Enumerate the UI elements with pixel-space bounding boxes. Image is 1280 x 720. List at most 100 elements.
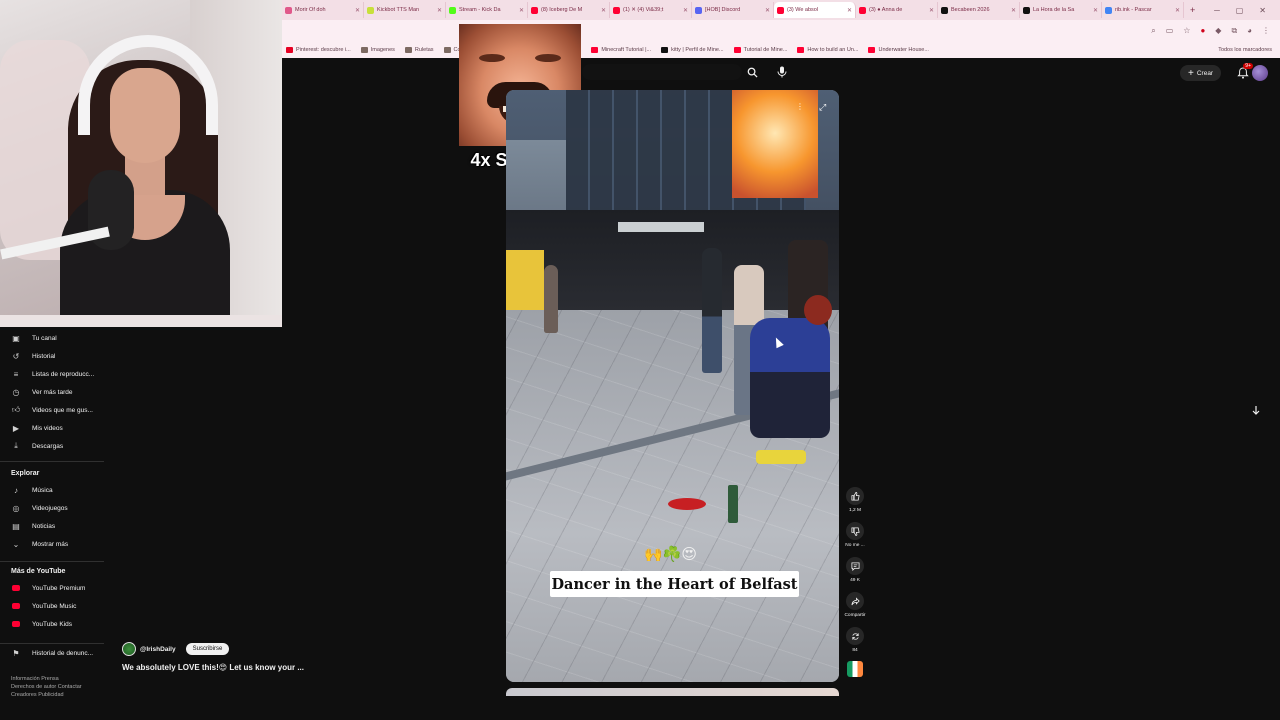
tab-close-icon[interactable]: ✕ xyxy=(1175,7,1180,14)
browser-tab[interactable]: Becabeen 2026 ✕ xyxy=(938,2,1020,18)
notifications-bell[interactable]: 9+ xyxy=(1237,63,1253,80)
bookmark-item[interactable]: How to build an Un... xyxy=(797,47,858,53)
search-input[interactable] xyxy=(582,64,742,80)
comments-action[interactable]: 49 K xyxy=(845,557,865,583)
sidebar-item[interactable]: ♪ Música xyxy=(0,482,104,498)
tab-close-icon[interactable]: ✕ xyxy=(929,7,934,14)
extension-icon[interactable]: ◆ xyxy=(1215,26,1221,36)
sidebar-item[interactable]: ▤ Noticias xyxy=(0,518,104,534)
more-youtube-heading: Más de YouTube xyxy=(11,568,66,575)
browser-tab[interactable]: rib.ink - Pascar ✕ xyxy=(1102,2,1184,18)
newspaper-icon: ▤ xyxy=(12,521,20,531)
bookmark-item[interactable]: Tutorial de Mine... xyxy=(733,47,787,53)
zoom-icon[interactable]: ⌕ xyxy=(1151,26,1155,36)
tab-close-icon[interactable]: ✕ xyxy=(355,7,360,14)
video-description[interactable]: We absolutely LOVE this!😍 Let us know yo… xyxy=(122,663,304,672)
opera-icon[interactable]: ● xyxy=(1200,26,1205,36)
browser-tab[interactable]: Morir Of doh ✕ xyxy=(282,2,364,18)
microphone-icon[interactable] xyxy=(774,64,790,80)
channel-name[interactable]: @IrishDaily xyxy=(140,646,176,653)
sidebar-item[interactable]: ▶ Mis videos xyxy=(0,420,104,436)
thumb-up-icon[interactable] xyxy=(846,487,864,505)
sidebar-item[interactable]: ◎ Videojuegos xyxy=(0,500,104,516)
dislike-action[interactable]: No me ... xyxy=(845,522,865,548)
sidebar-item-label: Tu canal xyxy=(32,334,57,342)
channel-avatar[interactable] xyxy=(122,642,136,656)
subscribe-button[interactable]: Suscribirse xyxy=(185,643,230,655)
all-bookmarks[interactable]: Todos los marcadores xyxy=(1218,47,1280,53)
remix-action[interactable]: 84 xyxy=(845,627,865,653)
tab-close-icon[interactable]: ✕ xyxy=(765,7,770,14)
footer-links[interactable]: Derechos de autor Contactar xyxy=(11,683,82,691)
footer-links[interactable]: Creadores Publicidad xyxy=(11,691,82,699)
comment-icon[interactable] xyxy=(846,557,864,575)
next-short-preview[interactable] xyxy=(506,688,839,696)
bookmark-label: Ruletas xyxy=(414,47,434,53)
expand-icon[interactable]: ⤢ xyxy=(819,102,826,113)
search-icon[interactable] xyxy=(744,64,760,80)
browser-tab[interactable]: (3) ● Anna de ✕ xyxy=(856,2,938,18)
sidebar-item-label: Noticias xyxy=(32,522,56,530)
menu-dots-icon[interactable]: ⋮ xyxy=(1262,26,1270,36)
tab-favicon-icon xyxy=(613,6,620,14)
history-icon: ↺ xyxy=(12,351,20,361)
tab-close-icon[interactable]: ✕ xyxy=(601,7,606,14)
bookmark-item[interactable]: Underwater House... xyxy=(868,47,929,53)
footer-links[interactable]: Información Prensa xyxy=(11,675,82,683)
cast-icon[interactable]: ▭ xyxy=(1166,26,1174,36)
remix-icon[interactable] xyxy=(846,627,864,645)
bookmark-item[interactable]: Ruletas xyxy=(404,47,434,53)
share-icon[interactable] xyxy=(846,592,864,610)
tab-close-icon[interactable]: ✕ xyxy=(519,7,524,14)
sidebar-item[interactable]: ⤓ Descargas xyxy=(0,438,104,454)
close-window-icon[interactable]: ✕ xyxy=(1259,6,1266,15)
bookmark-item[interactable]: Imagenes xyxy=(360,47,395,53)
download-icon: ⤓ xyxy=(14,441,18,450)
tab-close-icon[interactable]: ✕ xyxy=(1011,7,1016,14)
bookmark-item[interactable]: Minecraft Tutorial |... xyxy=(591,47,651,53)
sidebar-divider xyxy=(0,461,104,462)
sidebar-item[interactable]: ▣ Tu canal xyxy=(0,330,104,346)
like-action[interactable]: 1,2 M xyxy=(845,487,865,513)
browser-tab[interactable]: Kickbot TTS Man ✕ xyxy=(364,2,446,18)
copy-icon[interactable]: ⧉ xyxy=(1231,26,1237,36)
sidebar-item[interactable]: ⌄ Mostrar más xyxy=(0,536,104,552)
next-video-arrow-icon[interactable] xyxy=(1248,402,1264,418)
sidebar-item[interactable]: 👍︎ Videos que me gus... xyxy=(0,402,104,418)
youtube-icon xyxy=(11,619,21,629)
share-action[interactable]: Compartir xyxy=(844,592,866,618)
sidebar-item[interactable]: ⚑ Historial de denunc... xyxy=(0,645,104,661)
tab-close-icon[interactable]: ✕ xyxy=(437,7,442,14)
more-options-icon[interactable]: ⋮ xyxy=(796,102,804,111)
new-tab-button[interactable]: + xyxy=(1184,5,1201,15)
browser-tab[interactable]: (8) Iceberg De M ✕ xyxy=(528,2,610,18)
browser-tab[interactable]: (3) We absol ✕ xyxy=(774,2,856,18)
bookmark-label: Underwater House... xyxy=(878,47,929,53)
tab-close-icon[interactable]: ✕ xyxy=(847,7,852,14)
sidebar-item[interactable]: ↺ Historial xyxy=(0,348,104,364)
minimize-icon[interactable]: ─ xyxy=(1214,6,1220,15)
bookmark-item[interactable]: kitty | Perfil de Mine... xyxy=(661,47,724,53)
sidebar-item[interactable]: YouTube Premium xyxy=(0,580,104,596)
tab-close-icon[interactable]: ✕ xyxy=(683,7,688,14)
sidebar-item[interactable]: YouTube Music xyxy=(0,598,104,614)
sidebar-item[interactable]: ◷ Ver más tarde xyxy=(0,384,104,400)
maximize-icon[interactable]: ▢ xyxy=(1236,6,1244,15)
bookmark-star-icon[interactable]: ☆ xyxy=(1183,26,1190,36)
bookmark-item[interactable]: Pinterest: descubre i... xyxy=(286,47,351,53)
profile-icon[interactable]: ◕ xyxy=(1247,26,1252,36)
sidebar-item[interactable]: ≡ Listas de reproducc... xyxy=(0,366,104,382)
browser-tab[interactable]: (1) ✕ (4) Vi&39;t ✕ xyxy=(610,2,692,18)
browser-tab[interactable]: [HOB] Discord ✕ xyxy=(692,2,774,18)
short-video-player[interactable]: 🙌☘️😍 Dancer in the Heart of Belfast ⋮ ⤢ xyxy=(506,90,839,682)
browser-tab[interactable]: Stream - Kick Da ✕ xyxy=(446,2,528,18)
sidebar-item[interactable]: YouTube Kids xyxy=(0,616,104,632)
browser-tab[interactable]: La Hora de la Sa ✕ xyxy=(1020,2,1102,18)
bookmark-label: Pinterest: descubre i... xyxy=(296,47,351,53)
audio-track-thumbnail[interactable] xyxy=(847,661,863,677)
thumb-down-icon[interactable] xyxy=(846,522,864,540)
comment-count: 49 K xyxy=(850,578,860,583)
create-button[interactable]: + Crear xyxy=(1180,65,1222,81)
account-avatar[interactable] xyxy=(1252,65,1268,81)
tab-close-icon[interactable]: ✕ xyxy=(1093,7,1098,14)
